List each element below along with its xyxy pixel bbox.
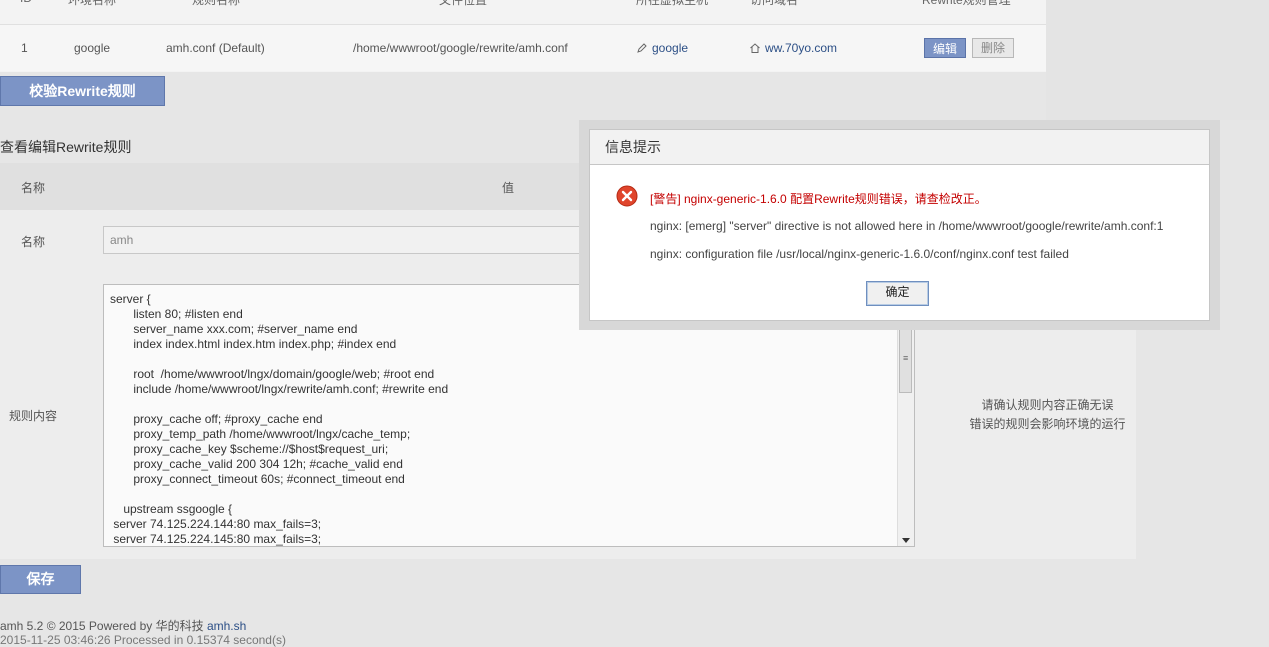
row-env: google xyxy=(74,41,111,55)
vhost-label: google xyxy=(652,41,689,55)
dialog-message: [警告] nginx-generic-1.6.0 配置Rewrite规则错误，请… xyxy=(650,192,987,206)
ok-button[interactable]: 确定 xyxy=(866,281,929,306)
col-domain: 访问域名 xyxy=(750,0,799,7)
name-input[interactable]: amh xyxy=(103,226,603,254)
head-name: 名称 xyxy=(21,181,46,195)
footer-link[interactable]: amh.sh xyxy=(207,619,246,633)
col-env: 环境名称 xyxy=(68,0,117,7)
dialog-title: 信息提示 xyxy=(590,130,1209,165)
name-label: 名称 xyxy=(21,235,46,249)
footer-processed: 2015-11-25 03:46:26 Processed in 0.15374… xyxy=(0,633,286,647)
hint-line-2: 错误的规则会影响环境的运行 xyxy=(969,417,1126,431)
grip-icon: ≡ xyxy=(903,353,909,363)
dialog-detail-1: nginx: [emerg] "server" directive is not… xyxy=(650,219,1164,233)
page: ID 环境名称 规则名称 文件位置 所在虚拟主机 访问域名 Rewrite规则管… xyxy=(0,0,1269,647)
rule-hint: 请确认规则内容正确无误 错误的规则会影响环境的运行 xyxy=(955,396,1140,434)
col-manage: Rewrite规则管理 xyxy=(922,0,1011,7)
table-header: ID 环境名称 规则名称 文件位置 所在虚拟主机 访问域名 Rewrite规则管… xyxy=(0,0,1046,11)
col-vhost: 所在虚拟主机 xyxy=(636,0,709,7)
hint-line-1: 请确认规则内容正确无误 xyxy=(981,398,1114,412)
table-row: 1 google amh.conf (Default) /home/wwwroo… xyxy=(0,24,1046,71)
home-icon xyxy=(750,43,760,53)
section-title: 查看编辑Rewrite规则 xyxy=(0,139,132,155)
delete-button[interactable]: 删除 xyxy=(972,38,1014,58)
row-path: /home/wwwroot/google/rewrite/amh.conf xyxy=(353,41,568,55)
dialog-detail-2: nginx: configuration file /usr/local/ngi… xyxy=(650,247,1069,261)
col-id: ID xyxy=(20,0,32,5)
edit-button[interactable]: 编辑 xyxy=(924,38,966,58)
footer-copyright: amh 5.2 © 2015 Powered by 华的科技 amh.sh xyxy=(0,617,246,634)
pencil-icon xyxy=(637,43,647,53)
col-rule-name: 规则名称 xyxy=(192,0,241,7)
row-domain-link[interactable]: ww.70yo.com xyxy=(749,41,837,55)
col-path: 文件位置 xyxy=(439,0,488,7)
row-rule-name: amh.conf (Default) xyxy=(166,41,265,55)
background-strip xyxy=(1046,0,1269,120)
head-value: 值 xyxy=(502,181,515,195)
validate-rewrite-button[interactable]: 校验Rewrite规则 xyxy=(0,76,165,106)
footer-text: amh 5.2 © 2015 Powered by 华的科技 xyxy=(0,619,207,633)
row-vhost-link[interactable]: google xyxy=(636,41,688,55)
scrollbar-thumb[interactable]: ≡ xyxy=(899,323,912,393)
domain-label: ww.70yo.com xyxy=(765,41,838,55)
rule-label: 规则内容 xyxy=(9,409,58,423)
scroll-down-arrow-icon[interactable] xyxy=(902,538,910,543)
row-id: 1 xyxy=(21,41,28,55)
save-button[interactable]: 保存 xyxy=(0,565,81,594)
error-icon xyxy=(616,185,638,207)
rewrite-rules-table: ID 环境名称 规则名称 文件位置 所在虚拟主机 访问域名 Rewrite规则管… xyxy=(0,0,1046,72)
info-dialog: 信息提示 [警告] nginx-generic-1.6.0 配置Rewrite规… xyxy=(589,129,1210,321)
